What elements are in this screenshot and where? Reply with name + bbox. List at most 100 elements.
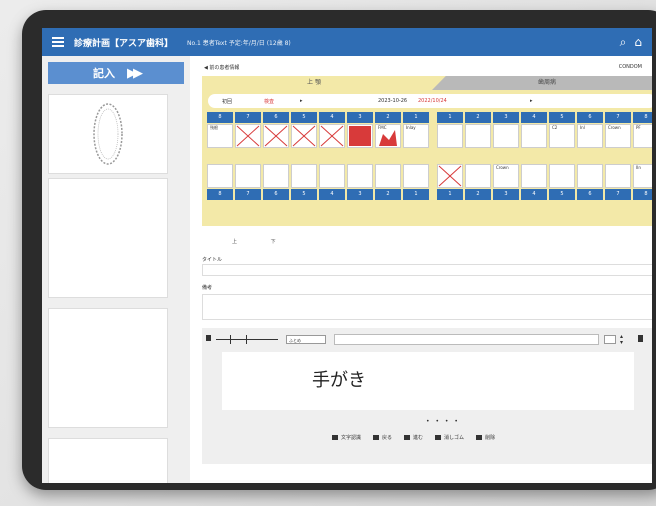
lower-tooth-15[interactable]: [605, 164, 631, 188]
fill-button[interactable]: 記入 ▶▶: [48, 62, 184, 84]
memo-label: 備考: [202, 285, 213, 291]
thumbnail-dental-arch[interactable]: [48, 94, 168, 174]
thumbnail-3[interactable]: [48, 308, 168, 428]
trash-icon[interactable]: [638, 335, 643, 342]
delete-button[interactable]: 削除: [476, 434, 495, 441]
lower-number-2[interactable]: 7: [235, 189, 261, 200]
upper-number-6[interactable]: 3: [347, 112, 373, 123]
upper-number-13[interactable]: 5: [549, 112, 575, 123]
upper-number-7[interactable]: 2: [375, 112, 401, 123]
lower-number-1[interactable]: 8: [207, 189, 233, 200]
upper-number-1[interactable]: 8: [207, 112, 233, 123]
decay-mark: [379, 130, 397, 146]
upper-tooth-1[interactable]: 残根: [207, 124, 233, 148]
title-field[interactable]: [202, 264, 652, 276]
pagination-dots[interactable]: • • • •: [426, 418, 460, 425]
upper-tooth-9[interactable]: [437, 124, 463, 148]
upper-number-10[interactable]: 2: [465, 112, 491, 123]
lower-number-16[interactable]: 8: [633, 189, 652, 200]
lower-tooth-12[interactable]: [521, 164, 547, 188]
redo-button[interactable]: 進む: [404, 434, 423, 441]
info-label2[interactable]: 検査: [264, 98, 274, 105]
lower-number-15[interactable]: 7: [605, 189, 631, 200]
lower-number-12[interactable]: 4: [521, 189, 547, 200]
lower-number-11[interactable]: 3: [493, 189, 519, 200]
up-down-arrows-icon[interactable]: ▴ ▾: [620, 334, 623, 346]
undo-button[interactable]: 戻る: [373, 434, 392, 441]
hamburger-menu-icon[interactable]: [52, 35, 64, 49]
eraser-button[interactable]: 消しゴム: [435, 434, 464, 441]
dental-chart: 上 顎 歯周病 初回 検査 ▸ 2023-10-26 2022/10/24 ▸ …: [202, 76, 652, 226]
thumbnail-4[interactable]: [48, 438, 168, 483]
delete-icon: [476, 435, 483, 440]
lower-tooth-6[interactable]: [347, 164, 373, 188]
lower-tooth-11[interactable]: Crown: [493, 164, 519, 188]
lower-tooth-5[interactable]: [319, 164, 345, 188]
home-icon[interactable]: ⌂: [634, 35, 642, 49]
lower-number-7[interactable]: 2: [375, 189, 401, 200]
radio-upper[interactable]: 上: [232, 239, 237, 245]
lower-tooth-16[interactable]: IIn: [633, 164, 652, 188]
right-link[interactable]: CONDOM: [619, 64, 642, 70]
lower-number-4[interactable]: 5: [291, 189, 317, 200]
handwriting-canvas[interactable]: 手がき: [222, 352, 634, 410]
upper-number-3[interactable]: 6: [263, 112, 289, 123]
lower-tooth-1[interactable]: [207, 164, 233, 188]
screen: 診療計画【アスア歯科】 No.1 患者Text 予定:年/月/日 (12歳 8)…: [42, 28, 652, 483]
upper-number-14[interactable]: 6: [577, 112, 603, 123]
upper-tooth-12[interactable]: [521, 124, 547, 148]
info-row: 初回 検査 ▸ 2023-10-26 2022/10/24 ▸: [208, 94, 652, 108]
upper-number-4[interactable]: 5: [291, 112, 317, 123]
lower-number-13[interactable]: 5: [549, 189, 575, 200]
lower-tooth-7[interactable]: [375, 164, 401, 188]
lower-tooth-8[interactable]: [403, 164, 429, 188]
lower-tooth-10[interactable]: [465, 164, 491, 188]
upper-tooth-14[interactable]: Inl: [577, 124, 603, 148]
lower-tooth-2[interactable]: [235, 164, 261, 188]
upper-tooth-16[interactable]: PF: [633, 124, 652, 148]
pen-width-slider[interactable]: [216, 335, 278, 344]
title-label: タイトル: [202, 257, 223, 263]
tab-upper[interactable]: 上 顎: [202, 76, 426, 90]
eraser-icon: [435, 435, 442, 440]
upper-tooth-8[interactable]: Inlay: [403, 124, 429, 148]
upper-number-2[interactable]: 7: [235, 112, 261, 123]
back-link[interactable]: ◀ 前の患者情報: [204, 64, 239, 71]
lower-number-3[interactable]: 6: [263, 189, 289, 200]
recognize-button[interactable]: 文字認識: [332, 434, 361, 441]
lower-number-9[interactable]: 1: [437, 189, 463, 200]
upper-number-11[interactable]: 3: [493, 112, 519, 123]
upper-number-9[interactable]: 1: [437, 112, 463, 123]
redo-icon: [404, 435, 411, 440]
missing-tooth-cross-upper-2: [264, 125, 288, 147]
upper-tooth-15[interactable]: Crown: [605, 124, 631, 148]
lower-number-8[interactable]: 1: [403, 189, 429, 200]
pen-select[interactable]: ふとめ: [286, 335, 326, 344]
info-mark2: ▸: [530, 98, 533, 104]
upper-number-12[interactable]: 4: [521, 112, 547, 123]
lower-tooth-13[interactable]: [549, 164, 575, 188]
memo-field[interactable]: [202, 294, 652, 320]
lower-number-5[interactable]: 4: [319, 189, 345, 200]
lower-number-6[interactable]: 3: [347, 189, 373, 200]
tooth-label-strip-8: [403, 149, 429, 161]
lower-tooth-3[interactable]: [263, 164, 289, 188]
upper-number-8[interactable]: 1: [403, 112, 429, 123]
search-icon[interactable]: ⌕: [620, 35, 627, 50]
number-select[interactable]: [604, 335, 616, 344]
upper-number-5[interactable]: 4: [319, 112, 345, 123]
upper-tooth-11[interactable]: [493, 124, 519, 148]
tooth-label-strip-2: [235, 149, 261, 161]
lower-tooth-14[interactable]: [577, 164, 603, 188]
handwriting-text-input[interactable]: [334, 334, 599, 345]
lower-number-10[interactable]: 2: [465, 189, 491, 200]
upper-tooth-13[interactable]: C2: [549, 124, 575, 148]
thumbnail-2[interactable]: [48, 178, 168, 298]
upper-number-15[interactable]: 7: [605, 112, 631, 123]
upper-tooth-10[interactable]: [465, 124, 491, 148]
lower-tooth-4[interactable]: [291, 164, 317, 188]
radio-lower[interactable]: 下: [271, 239, 276, 245]
tab-lower[interactable]: 歯周病: [432, 76, 652, 90]
lower-number-14[interactable]: 6: [577, 189, 603, 200]
upper-number-16[interactable]: 8: [633, 112, 652, 123]
